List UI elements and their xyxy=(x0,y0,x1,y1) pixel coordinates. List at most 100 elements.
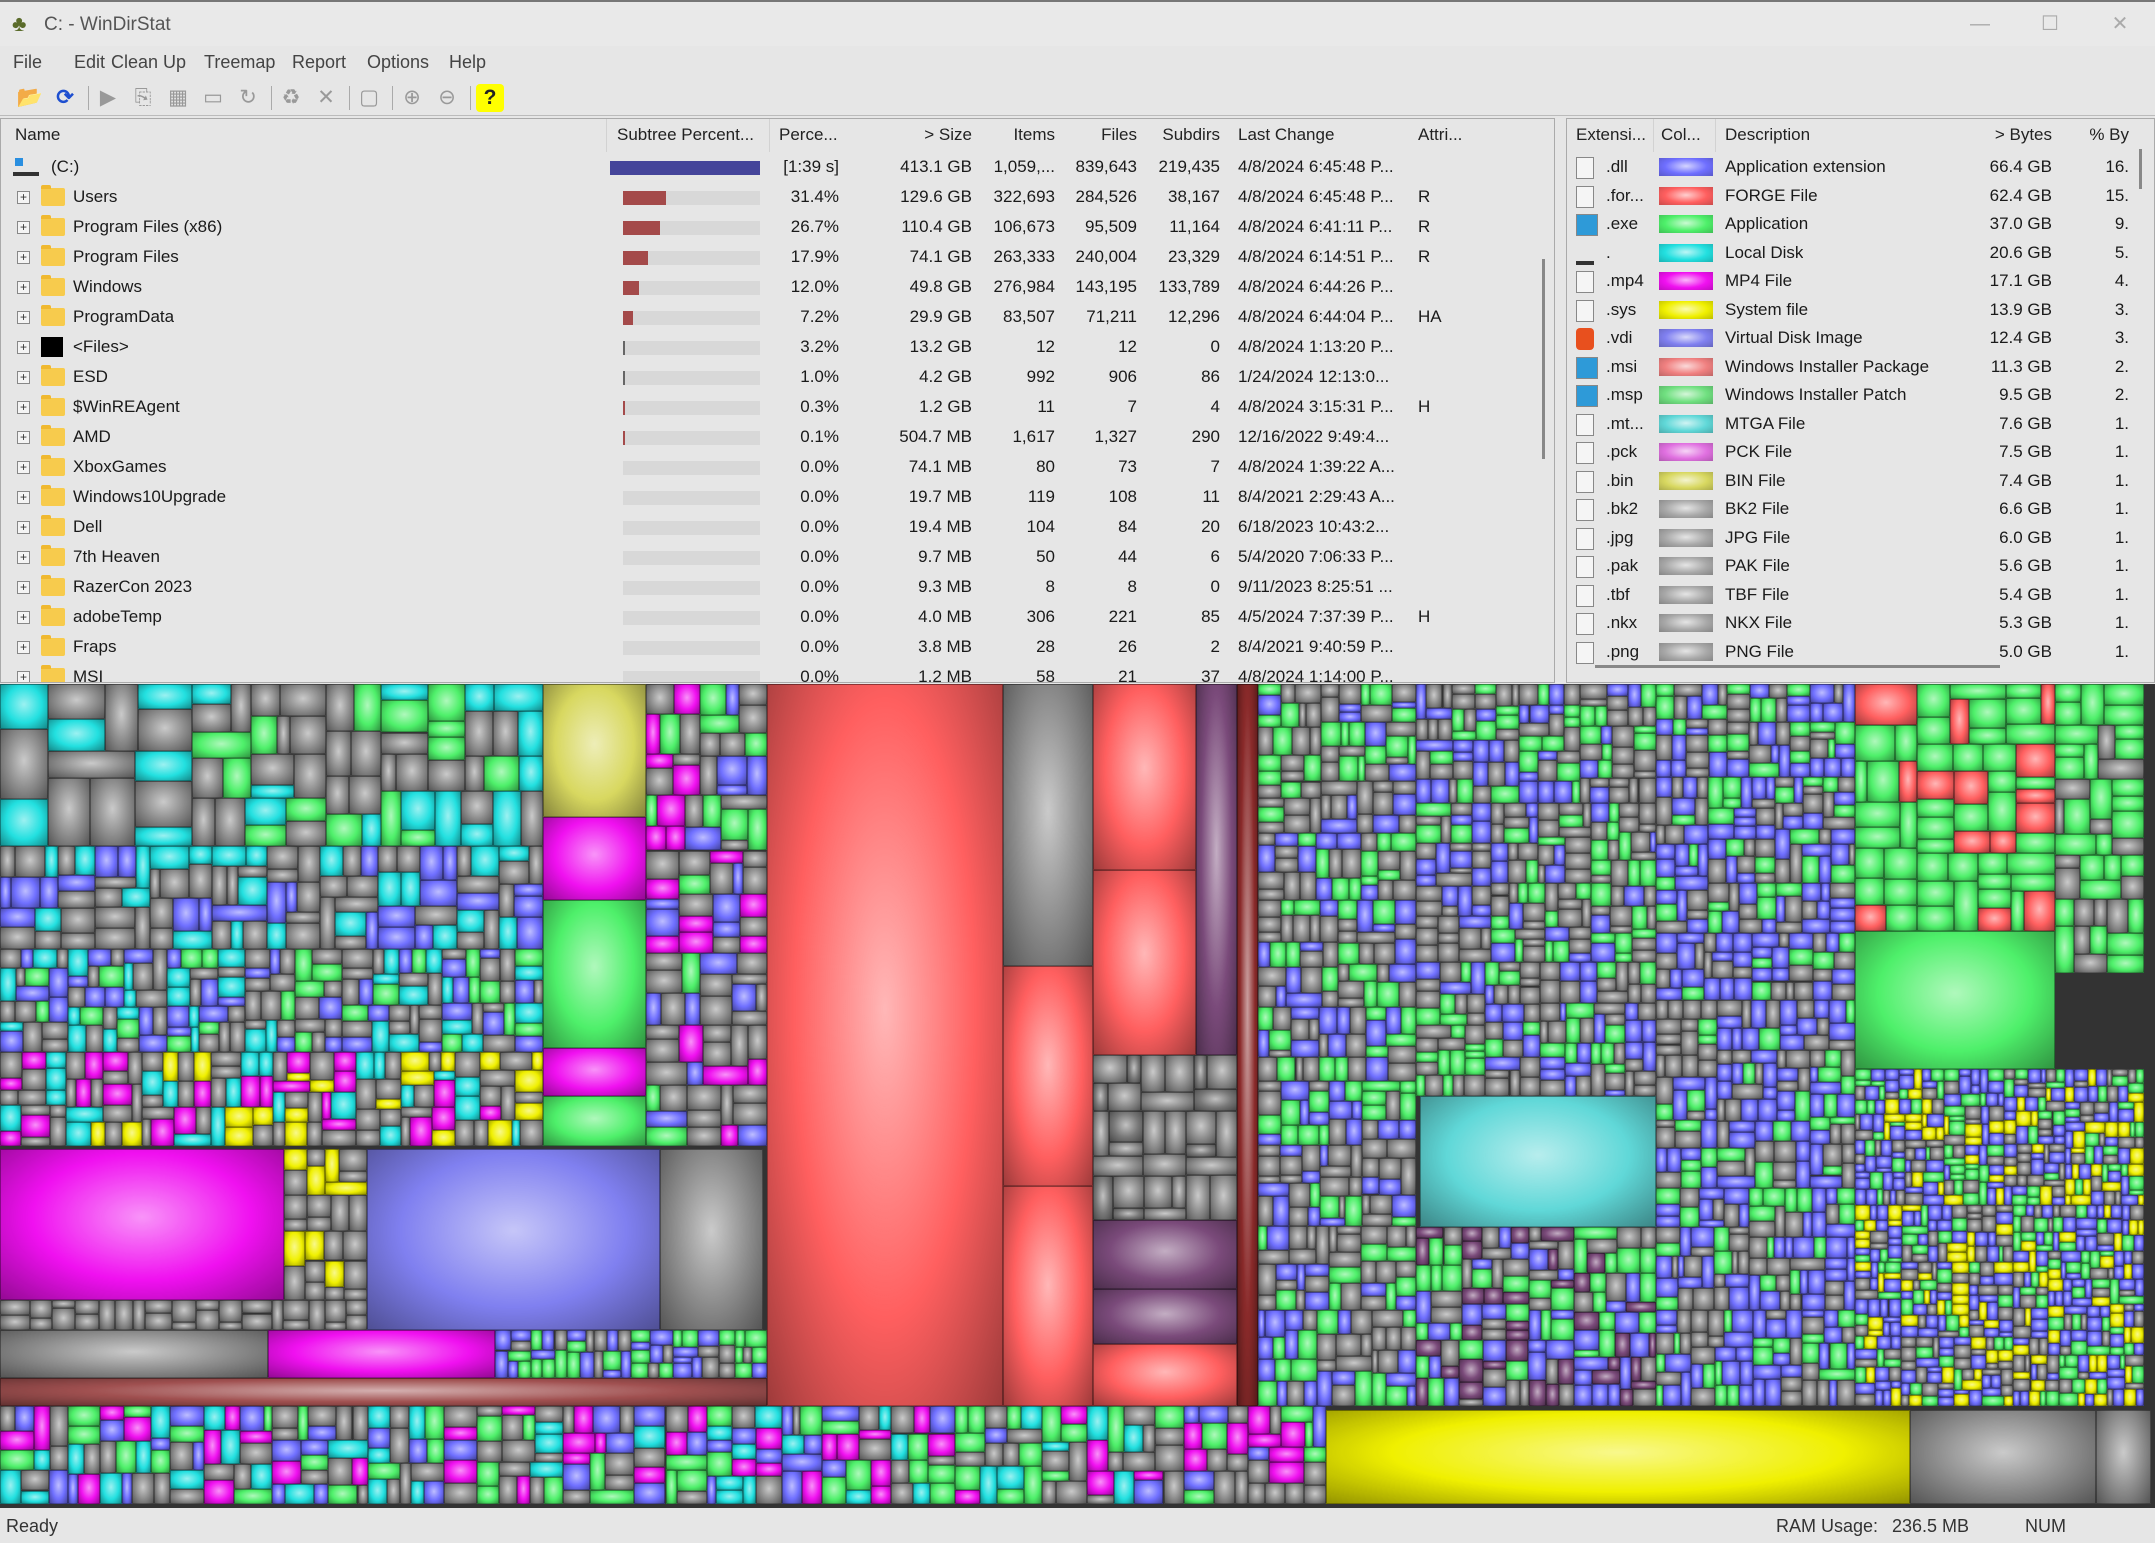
treemap-cell[interactable] xyxy=(1816,1018,1829,1035)
treemap-cell[interactable] xyxy=(513,883,543,896)
treemap-cell[interactable] xyxy=(34,908,61,932)
treemap-cell[interactable] xyxy=(482,1034,515,1053)
treemap-cell[interactable] xyxy=(285,1108,309,1123)
treemap-cell[interactable] xyxy=(1997,1092,2005,1107)
treemap-cell[interactable] xyxy=(41,1038,68,1053)
treemap-cell[interactable] xyxy=(1882,1389,1891,1406)
treemap-cell[interactable] xyxy=(2045,1379,2060,1392)
treemap-cell[interactable] xyxy=(1712,1198,1724,1220)
treemap-cell[interactable] xyxy=(1877,1336,1892,1350)
treemap-cell[interactable] xyxy=(1656,1384,1663,1406)
treemap-cell[interactable] xyxy=(1385,1372,1416,1387)
treemap-cell[interactable] xyxy=(244,824,287,847)
treemap-cell[interactable] xyxy=(198,1034,220,1053)
treemap-cell[interactable] xyxy=(1613,1042,1625,1065)
treemap-cell[interactable] xyxy=(2119,1278,2136,1291)
treemap-cell[interactable] xyxy=(1275,1290,1297,1311)
treemap-cell[interactable] xyxy=(1707,807,1734,824)
treemap-cell[interactable] xyxy=(1291,726,1311,755)
treemap-cell[interactable] xyxy=(1441,1340,1460,1367)
treemap-cell[interactable] xyxy=(1303,1484,1327,1505)
treemap-cell[interactable] xyxy=(198,1006,228,1022)
treemap-cell[interactable] xyxy=(361,846,379,876)
treemap-cell[interactable] xyxy=(1824,1280,1844,1295)
treemap-cell[interactable] xyxy=(1438,943,1460,963)
treemap-cell[interactable] xyxy=(1780,1290,1790,1311)
treemap-cell[interactable] xyxy=(1475,693,1496,709)
col-items[interactable]: Items xyxy=(981,125,1055,145)
treemap-cell[interactable] xyxy=(181,949,203,969)
treemap-cell[interactable] xyxy=(203,1464,235,1480)
treemap-cell[interactable] xyxy=(1709,752,1727,778)
treemap-cell[interactable] xyxy=(1615,933,1632,953)
treemap-cell[interactable] xyxy=(85,1052,104,1080)
treemap-cell[interactable] xyxy=(1922,1194,1944,1206)
treemap-cell[interactable] xyxy=(1716,1147,1745,1162)
treemap-cell[interactable] xyxy=(2047,1278,2063,1291)
treemap-cell[interactable] xyxy=(50,1405,69,1447)
treemap-cell[interactable] xyxy=(2006,697,2042,725)
treemap-cell[interactable] xyxy=(732,1103,767,1125)
treemap-cell[interactable] xyxy=(2134,1101,2144,1123)
treemap-cell[interactable] xyxy=(210,1052,241,1067)
treemap-cell[interactable] xyxy=(1123,1425,1143,1452)
treemap-cell[interactable] xyxy=(1087,1471,1114,1495)
treemap-cell[interactable] xyxy=(2110,1312,2124,1327)
treemap-cell[interactable] xyxy=(665,1431,687,1455)
treemap-cell[interactable] xyxy=(1213,1470,1235,1505)
treemap-cell[interactable] xyxy=(1646,906,1657,930)
treemap-cell[interactable] xyxy=(1766,1237,1775,1259)
treemap-cell[interactable] xyxy=(513,895,543,917)
treemap-cell[interactable] xyxy=(1756,824,1775,840)
treemap-cell[interactable] xyxy=(1978,1294,1998,1302)
treemap-cell[interactable] xyxy=(2118,1086,2128,1102)
treemap-cell[interactable] xyxy=(1867,1099,1875,1115)
treemap-cell[interactable] xyxy=(1829,1343,1848,1369)
treemap-cell[interactable] xyxy=(1589,778,1609,787)
treemap-cell[interactable] xyxy=(1288,1183,1310,1208)
treemap-cell[interactable] xyxy=(1921,1395,1938,1406)
treemap-cell[interactable] xyxy=(1776,922,1803,934)
treemap-cell[interactable] xyxy=(645,1024,679,1040)
treemap-cell[interactable] xyxy=(659,714,680,755)
treemap-cell[interactable] xyxy=(1772,1121,1791,1142)
treemap-cell[interactable] xyxy=(1991,1375,2002,1388)
treemap-cell[interactable] xyxy=(2103,704,2144,726)
treemap-cell[interactable] xyxy=(1732,1062,1744,1085)
treemap-cell[interactable] xyxy=(1677,1310,1691,1333)
treemap-cell[interactable] xyxy=(1656,889,1677,904)
treemap-cell[interactable] xyxy=(734,1362,752,1379)
treemap-cell[interactable] xyxy=(1915,1347,1933,1358)
treemap-cell[interactable] xyxy=(1257,684,1281,695)
treemap-cell[interactable] xyxy=(2055,1290,2064,1306)
treemap-cell[interactable] xyxy=(2052,1205,2060,1218)
treemap-cell[interactable] xyxy=(57,874,96,892)
col-subdirs[interactable]: Subdirs xyxy=(1141,125,1220,145)
treemap-cell[interactable] xyxy=(1989,1106,2005,1122)
treemap-cell[interactable] xyxy=(2109,1101,2119,1123)
treemap-cell[interactable] xyxy=(542,899,646,1049)
treemap-cell[interactable] xyxy=(444,1483,477,1505)
treemap-cell[interactable] xyxy=(0,1431,34,1451)
treemap-cell[interactable] xyxy=(1594,705,1608,726)
treemap-cell[interactable] xyxy=(2063,1306,2088,1315)
treemap-cell[interactable] xyxy=(645,850,679,879)
treemap-cell[interactable] xyxy=(2003,1245,2013,1263)
treemap-cell[interactable] xyxy=(706,1439,732,1453)
treemap-cell[interactable] xyxy=(1379,1157,1402,1179)
treemap-cell[interactable] xyxy=(1778,745,1790,778)
treemap-cell[interactable] xyxy=(1604,1014,1625,1026)
treemap-cell[interactable] xyxy=(2011,873,2055,892)
treemap-cell[interactable] xyxy=(1700,1000,1717,1020)
treemap-cell[interactable] xyxy=(1798,1067,1811,1092)
treemap-cell[interactable] xyxy=(1558,1358,1574,1384)
treemap-cell[interactable] xyxy=(1286,993,1323,1007)
treemap-cell[interactable] xyxy=(1450,1049,1466,1075)
treemap-cell[interactable] xyxy=(2012,1232,2022,1252)
treemap-cell[interactable] xyxy=(1519,1379,1530,1406)
treemap-cell[interactable] xyxy=(1322,991,1338,1007)
treemap-cell[interactable] xyxy=(476,1485,499,1505)
treemap-cell[interactable] xyxy=(331,1092,356,1120)
treemap-cell[interactable] xyxy=(1796,1141,1811,1162)
treemap-cell[interactable] xyxy=(1733,951,1752,968)
